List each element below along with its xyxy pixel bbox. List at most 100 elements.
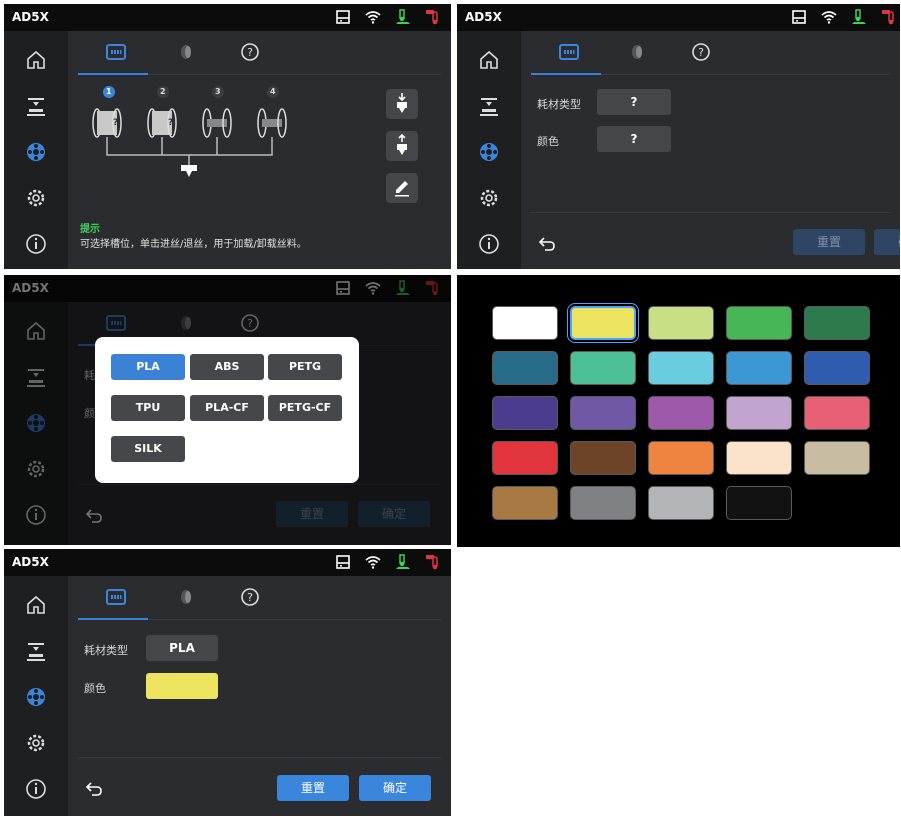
hint-text: 可选择槽位，单击进丝/退丝，用于加载/卸载丝料。 [80,239,307,250]
filament-icon[interactable] [24,140,48,164]
material-option-abs[interactable]: ABS [190,354,264,380]
color-label: 颜色 [537,135,559,148]
panel-color-palette [457,275,900,547]
material-option-silk[interactable]: SILK [111,436,185,462]
color-field[interactable]: ? [597,126,671,152]
material-option-petg[interactable]: PETG [268,354,342,380]
color-swatch[interactable] [648,306,714,340]
sidebar [457,31,521,269]
slot-number: 4 [270,87,276,96]
color-swatch[interactable] [726,486,792,520]
nozzle-temp-icon [396,554,410,569]
home-icon[interactable] [24,48,48,72]
home-icon[interactable] [24,593,48,617]
print-job-icon[interactable] [24,639,48,663]
help-tab-icon[interactable]: ? [238,41,262,63]
color-swatch[interactable] [726,396,792,430]
back-icon[interactable] [84,778,104,798]
filament-slots-tab-icon[interactable] [557,41,581,63]
reset-button[interactable]: 重置 [793,229,865,255]
confirm-button[interactable]: 确定 [874,229,900,255]
unload-filament-icon [397,133,407,155]
color-swatch[interactable] [492,396,558,430]
print-job-icon[interactable] [24,94,48,118]
home-icon[interactable] [477,48,501,72]
svg-text:?: ? [247,591,253,604]
spool-tab-icon[interactable] [174,41,198,63]
color-field[interactable] [146,673,218,699]
bed-temp-icon [426,10,438,25]
material-option-pla[interactable]: PLA [111,354,185,380]
divider [78,757,441,758]
color-swatch[interactable] [570,396,636,430]
info-icon[interactable] [24,777,48,801]
filament-type-field[interactable]: PLA [146,635,218,661]
confirm-button[interactable]: 确定 [359,775,431,801]
filament-slots-tab-icon[interactable] [104,41,128,63]
settings-icon[interactable] [24,731,48,755]
panel-slot-overview: AD5X ? 1 2 3 4 ? ? 提示 可选择槽位，单击进丝/退丝，用于加载… [4,4,451,269]
filament-slots-tab-icon[interactable] [104,586,128,608]
active-tab-indicator [78,73,148,75]
slot-number: 1 [106,87,112,96]
wifi-icon [821,11,837,24]
main-content: ? 1 2 3 4 ? ? 提示 可选择槽位，单击进丝/退丝，用于加载/卸载丝料… [68,31,451,269]
material-option-pla-cf[interactable]: PLA-CF [190,395,264,421]
settings-icon[interactable] [477,186,501,210]
spool-tab-icon[interactable] [625,41,649,63]
help-tab-icon[interactable]: ? [689,41,713,63]
svg-text:?: ? [698,46,704,59]
filament-icon[interactable] [24,685,48,709]
tab-bar: ? [78,31,441,75]
info-icon[interactable] [477,232,501,256]
color-swatch[interactable] [804,441,870,475]
sidebar [4,31,68,269]
color-swatch[interactable] [648,396,714,430]
print-job-icon[interactable] [477,94,501,118]
color-swatch[interactable] [726,306,792,340]
filament-type-field[interactable]: ? [597,89,671,115]
info-icon[interactable] [24,232,48,256]
color-swatch[interactable] [492,351,558,385]
load-filament-button[interactable] [386,89,418,119]
bed-temp-icon [426,555,438,570]
back-icon[interactable] [537,233,557,253]
bed-temp-icon [882,10,894,25]
extruder-icon [181,165,197,177]
color-swatch[interactable] [726,441,792,475]
color-swatch[interactable] [492,306,558,340]
tab-bar: ? [78,576,441,620]
panel-material-select: AD5X ? 耗 颜 重置 确定 PLA ABS PETG TPU [4,275,451,545]
help-tab-icon[interactable]: ? [238,586,262,608]
color-swatch[interactable] [648,486,714,520]
color-swatch[interactable] [726,351,792,385]
edit-icon [395,181,409,197]
color-swatch[interactable] [648,351,714,385]
unload-filament-button[interactable] [386,131,418,161]
color-swatch[interactable] [570,441,636,475]
color-swatch[interactable] [492,441,558,475]
material-option-tpu[interactable]: TPU [111,395,185,421]
filament-icon[interactable] [477,140,501,164]
usb-printer-icon [792,10,806,24]
reset-button[interactable]: 重置 [277,775,349,801]
slot-diagram [92,86,287,177]
filament-type-label: 耗材类型 [537,98,581,111]
settings-icon[interactable] [24,186,48,210]
spool-tab-icon[interactable] [174,586,198,608]
filament-type-label: 耗材类型 [84,644,128,657]
color-swatch[interactable] [570,486,636,520]
material-option-petg-cf[interactable]: PETG-CF [268,395,342,421]
color-swatch[interactable] [492,486,558,520]
slot-number: 3 [215,87,221,96]
color-swatch[interactable] [804,306,870,340]
brand-label: AD5X [12,555,49,569]
edit-slot-button[interactable] [386,173,418,203]
color-swatch[interactable] [648,441,714,475]
color-swatch[interactable] [804,396,870,430]
tab-bar: ? [531,31,890,75]
color-swatch[interactable] [570,351,636,385]
svg-text:?: ? [247,46,253,59]
color-swatch[interactable] [570,306,636,340]
color-swatch[interactable] [804,351,870,385]
